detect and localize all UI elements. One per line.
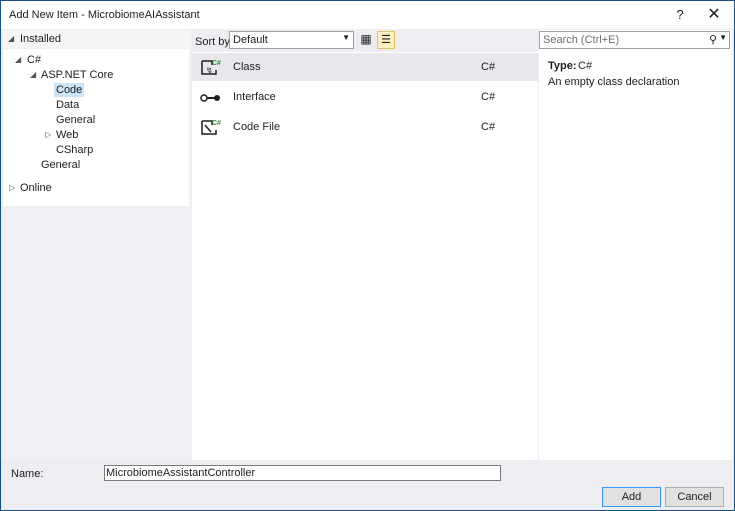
details-pane: Search (Ctrl+E) ⚲ ▼ Type: C# An empty cl… <box>539 30 732 460</box>
tree-node-code[interactable]: Code <box>54 83 85 97</box>
tree-node-csharp[interactable]: C# <box>27 53 41 67</box>
type-value: C# <box>578 60 593 72</box>
code-file-icon: C# <box>201 120 221 135</box>
template-description: An empty class declaration <box>548 76 680 88</box>
svg-text:C#: C# <box>212 60 221 67</box>
chevron-down-icon: ▼ <box>342 33 350 42</box>
search-input[interactable]: Search (Ctrl+E) ⚲ ▼ <box>539 31 730 49</box>
installed-label: Installed <box>20 33 61 45</box>
expand-arrow-icon[interactable]: ▷ <box>45 128 51 142</box>
tree-node-aspnet-core[interactable]: ASP.NET Core <box>41 68 113 82</box>
template-lang: C# <box>481 61 496 73</box>
tree-node-data[interactable]: Data <box>56 98 79 112</box>
name-field[interactable]: MicrobiomeAssistantController <box>104 465 501 481</box>
template-item-class[interactable]: C# ↯ Class C# <box>192 53 538 81</box>
online-label: Online <box>20 182 52 194</box>
template-list-pane: Sort by: Default ▼ ▦ ☰ C# ↯ Class C# Int… <box>192 30 538 460</box>
class-icon: C# ↯ <box>201 60 221 75</box>
collapse-arrow-icon[interactable]: ◢ <box>8 32 14 46</box>
search-icon[interactable]: ⚲ <box>709 33 717 46</box>
grid-view-icon[interactable]: ▦ <box>358 31 374 47</box>
type-label: Type: <box>548 60 577 72</box>
close-button[interactable]: ✕ <box>703 5 725 25</box>
interface-icon <box>200 94 220 102</box>
window-title: Add New Item - MicrobiomeAIAssistant <box>9 9 200 21</box>
collapse-arrow-icon[interactable]: ◢ <box>15 53 21 67</box>
title-bar: Add New Item - MicrobiomeAIAssistant ? ✕ <box>1 1 734 29</box>
collapse-arrow-icon[interactable]: ◢ <box>30 68 36 82</box>
help-button[interactable]: ? <box>669 5 691 25</box>
tree-node-csharp-sub[interactable]: CSharp <box>56 143 93 157</box>
installed-header[interactable]: ◢ Installed <box>3 30 191 48</box>
template-item-code-file[interactable]: C# Code File C# <box>192 113 538 141</box>
sort-dropdown[interactable]: Default ▼ <box>229 31 354 49</box>
svg-text:C#: C# <box>212 120 221 127</box>
cancel-button[interactable]: Cancel <box>665 487 724 507</box>
template-lang: C# <box>481 91 496 103</box>
add-button[interactable]: Add <box>602 487 661 507</box>
name-label: Name: <box>11 468 44 480</box>
svg-text:↯: ↯ <box>206 66 213 75</box>
sort-value: Default <box>233 34 268 46</box>
template-name: Code File <box>233 121 281 133</box>
tree-node-web[interactable]: Web <box>56 128 78 142</box>
chevron-down-icon[interactable]: ▼ <box>719 33 727 42</box>
sort-by-label: Sort by: <box>195 36 233 48</box>
list-view-icon[interactable]: ☰ <box>377 31 395 49</box>
template-name: Interface <box>233 91 276 103</box>
sort-toolbar: Sort by: Default ▼ ▦ ☰ <box>192 30 538 52</box>
template-item-interface[interactable]: Interface C# <box>192 83 538 111</box>
add-new-item-dialog: Add New Item - MicrobiomeAIAssistant ? ✕… <box>0 0 735 511</box>
online-header[interactable]: ▷ Online <box>3 180 189 198</box>
expand-arrow-icon[interactable]: ▷ <box>9 181 15 195</box>
search-placeholder: Search (Ctrl+E) <box>543 34 620 46</box>
tree-node-general[interactable]: General <box>56 113 95 127</box>
tree-node-general-2[interactable]: General <box>41 158 80 172</box>
template-lang: C# <box>481 121 496 133</box>
category-pane: ◢ Installed ◢ C# ◢ ASP.NET Core Code Dat… <box>3 30 191 460</box>
template-name: Class <box>233 61 261 73</box>
